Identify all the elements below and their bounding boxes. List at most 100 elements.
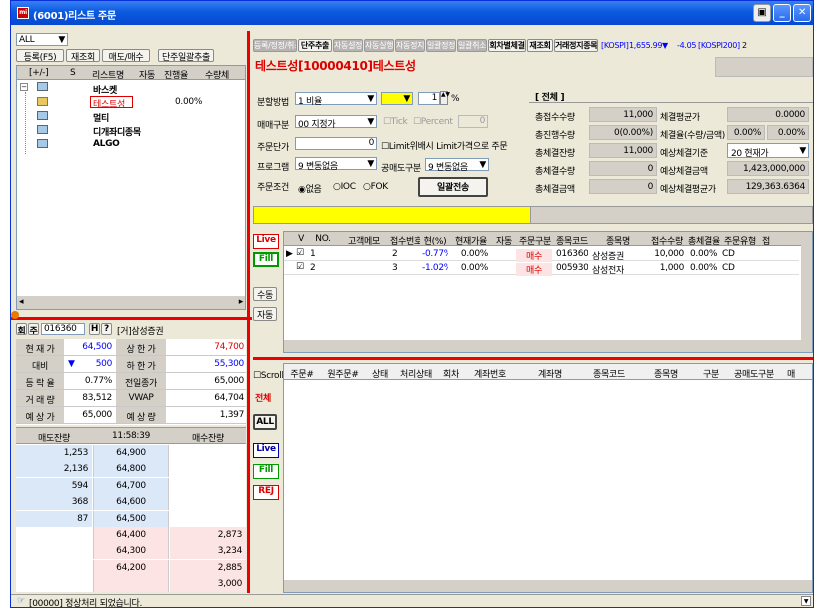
message-bar-right	[530, 206, 813, 224]
table-row[interactable]: ▶☑12-0.77%0.00%매수016360삼성증권10,0000.00%CD	[284, 247, 799, 262]
collapse-icon[interactable]: −	[20, 83, 28, 91]
quote-tab-stock[interactable]: 주	[28, 323, 39, 335]
tree-col-toggle[interactable]: [+/-]	[29, 68, 49, 78]
tick-checkbox[interactable]: ☐Tick	[383, 117, 408, 127]
close-button[interactable]: ✕	[793, 4, 811, 22]
percent-checkbox[interactable]: ☐Percent	[413, 117, 453, 127]
auto-button[interactable]: 자동	[253, 307, 277, 321]
quote-row: 예 상 가 65,000 예 상 량 1,397	[16, 407, 246, 424]
minimize-button[interactable]: _	[773, 4, 791, 22]
tree-item-basket[interactable]: 바스켓	[93, 83, 117, 96]
quote-label: 예 상 량	[116, 407, 166, 423]
tree-item-algo[interactable]: ALGO	[93, 139, 120, 149]
tree-item-multi-account[interactable]: 디개좌디종목	[93, 125, 141, 138]
bulk-send-button[interactable]: 일괄전송	[418, 177, 488, 197]
trade-type-select[interactable]: 00 지정가 ▼	[295, 115, 377, 130]
tick-label: Tick	[390, 117, 408, 127]
toolbar-button-2[interactable]: 자동설정	[333, 39, 363, 52]
ask-qty	[16, 576, 92, 593]
basis-select[interactable]: 20 현재가 ▼	[727, 143, 809, 158]
history-button[interactable]: H	[89, 323, 100, 335]
reject-filter-button[interactable]: REJ	[253, 485, 279, 500]
list-filter-select[interactable]: ALL ▼	[16, 33, 68, 46]
ask-qty: 2,136	[16, 461, 92, 478]
toolbar-button-8[interactable]: 재조회	[527, 39, 553, 52]
status-dropdown-icon[interactable]: ▼	[801, 596, 811, 606]
grid2-col: 계좌번호	[474, 370, 506, 380]
row-checkbox[interactable]: ☑	[296, 262, 304, 272]
toolbar-button-5[interactable]: 일괄정정	[426, 39, 456, 52]
grid1-cell-no: 1	[310, 249, 316, 259]
quote-value: 500	[95, 359, 112, 369]
chevron-down-icon: ▼	[479, 160, 486, 170]
toolbar-button-9[interactable]: 거래정지종목	[554, 39, 598, 52]
split-method-label: 분할방법	[257, 98, 289, 108]
tree-hscrollbar[interactable]: ◂ ▸	[17, 296, 245, 309]
tree-item-multi[interactable]: 멀티	[93, 111, 109, 124]
pin-icon[interactable]: ▣	[753, 4, 771, 22]
program-select[interactable]: 9 변동없음 ▼	[295, 157, 377, 172]
fill-button[interactable]: Fill	[253, 252, 279, 267]
folder-icon	[37, 139, 48, 148]
grid-divider[interactable]	[253, 357, 813, 360]
panel-divider[interactable]	[11, 317, 252, 320]
quote-tab-round[interactable]: 회	[16, 323, 27, 335]
cond-ioc-radio[interactable]: ○IOC	[333, 182, 356, 192]
execution-grid: 주문# 원주문# 상태 처리상태 회차 계좌번호 계좌명 종목코드 종목명 구분 공매도구분 매	[283, 363, 813, 593]
live-filter-button[interactable]: Live	[253, 443, 279, 458]
refresh-button[interactable]: 재조회	[66, 49, 100, 62]
splitter-handle-icon[interactable]	[11, 311, 19, 319]
quote-table: 현 재 가 64,500 상 한 가 74,700 대비 ▼ 500 하 한 가 55,300 등…	[16, 339, 246, 425]
cond-ioc-label: IOC	[340, 182, 356, 192]
limit-checkbox[interactable]: ☐Limit위배시 Limit가격으로 주문	[381, 139, 508, 152]
fill-filter-button[interactable]: Fill	[253, 464, 279, 479]
split-method-select[interactable]: 1 비율 ▼	[295, 92, 377, 107]
scroll-left-icon[interactable]: ◂	[19, 297, 24, 307]
toolbar-button-4[interactable]: 자동정지	[395, 39, 425, 52]
grid1-vscrollbar[interactable]	[801, 232, 812, 352]
cond-fok-radio[interactable]: ○FOK	[363, 182, 388, 192]
sell-buy-button[interactable]: 매도/매수	[102, 49, 150, 62]
cond-none-radio[interactable]: ◉없음	[298, 182, 322, 195]
ratio-input[interactable]: 1	[418, 92, 440, 105]
toolbar-button-7[interactable]: 회차별체결	[488, 39, 526, 52]
ask-qty	[16, 559, 92, 576]
toolbar-button-0[interactable]: 등록/정정/취소	[253, 39, 297, 52]
quote-label: 전일종가	[116, 373, 166, 389]
info-icon: ☞	[17, 596, 25, 606]
grid1-cell-cur: -0.77%	[422, 249, 448, 259]
register-button[interactable]: 등록(F5)	[16, 49, 64, 62]
ob-price: 64,600	[93, 494, 169, 511]
ratio-spinner[interactable]: ▲▼	[440, 91, 450, 105]
short-sell-select[interactable]: 9 변동없음 ▼	[425, 158, 489, 173]
ratio-color-input[interactable]: ▼	[381, 92, 413, 105]
toolbar-button-6[interactable]: 일괄취소	[457, 39, 487, 52]
manual-button[interactable]: 수동	[253, 287, 277, 301]
grid1-col: 주문유형	[724, 237, 756, 247]
toolbar-button-3[interactable]: 자동실행	[364, 39, 394, 52]
scroll-right-icon[interactable]: ▸	[239, 297, 244, 307]
vertical-divider[interactable]	[247, 31, 250, 593]
grid1-cell-rate: 0.00%	[460, 263, 488, 273]
chevron-down-icon: ▼	[367, 117, 374, 127]
scroll-checkbox[interactable]: ☐Scroll	[253, 371, 284, 381]
all-button[interactable]: ALL	[253, 414, 277, 430]
toolbar-button-1[interactable]: 단주추출	[298, 39, 332, 52]
search-button[interactable]: ?	[101, 323, 112, 335]
title-bar[interactable]: mi (6001)리스트 주문 ▣ _ ✕	[11, 1, 813, 25]
price-input[interactable]: 0	[295, 137, 377, 150]
row-checkbox[interactable]: ☑	[296, 248, 304, 258]
grid1-hscrollbar[interactable]	[284, 340, 801, 352]
percent-input[interactable]: 0	[458, 115, 488, 128]
stock-code-input[interactable]: 016360	[41, 323, 85, 335]
live-button[interactable]: Live	[253, 234, 279, 249]
grid2-hscrollbar[interactable]	[284, 580, 812, 592]
table-row[interactable]: ☑ 2 3 -1.02% 0.00% 매수 005930 삼성전자 1,000 0.00% CD	[284, 261, 799, 276]
cond-none-label: 없음	[305, 185, 322, 195]
summary-label: 총체결잔량	[535, 149, 575, 159]
summary-value: 0.00%	[727, 125, 765, 140]
tree-item-test[interactable]: 테스트성	[90, 96, 133, 110]
chevron-down-icon: ▼	[367, 94, 374, 104]
bulk-extract-button[interactable]: 단주일괄추출	[158, 49, 214, 62]
list-filter-value: ALL	[19, 35, 35, 45]
